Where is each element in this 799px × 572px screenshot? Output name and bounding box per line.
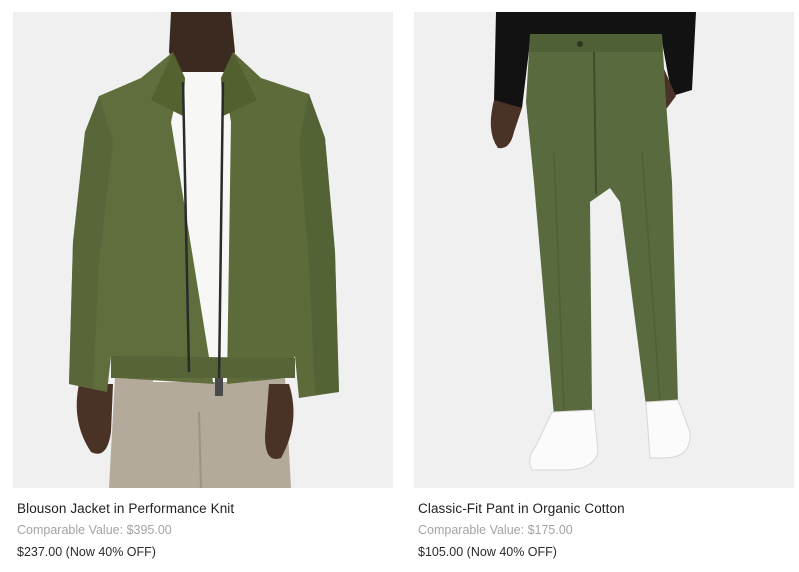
comparable-amount: $175.00 [527, 523, 573, 537]
product-image-blouson-jacket[interactable] [13, 12, 393, 488]
product-info: Classic-Fit Pant in Organic Cotton Compa… [414, 500, 794, 560]
product-name[interactable]: Blouson Jacket in Performance Knit [17, 500, 393, 517]
sale-price-amount: $105.00 [418, 545, 464, 559]
comparable-value: Comparable Value: $175.00 [418, 522, 794, 538]
product-grid: Blouson Jacket in Performance Knit Compa… [13, 12, 794, 560]
sale-price-amount: $237.00 [17, 545, 63, 559]
product-name[interactable]: Classic-Fit Pant in Organic Cotton [418, 500, 794, 517]
product-info: Blouson Jacket in Performance Knit Compa… [13, 500, 393, 560]
discount-label: (Now 40% OFF) [466, 545, 557, 559]
comparable-amount: $395.00 [126, 523, 172, 537]
comparable-value: Comparable Value: $395.00 [17, 522, 393, 538]
discount-label: (Now 40% OFF) [65, 545, 156, 559]
sale-price: $237.00 (Now 40% OFF) [17, 544, 393, 560]
product-card-blouson-jacket[interactable]: Blouson Jacket in Performance Knit Compa… [13, 12, 393, 560]
comparable-label: Comparable Value: [418, 523, 525, 537]
product-image-classic-pant[interactable] [414, 12, 794, 488]
comparable-label: Comparable Value: [17, 523, 124, 537]
pant-photo [414, 12, 794, 488]
jacket-photo [13, 12, 393, 488]
product-card-classic-pant[interactable]: Classic-Fit Pant in Organic Cotton Compa… [414, 12, 794, 560]
sale-price: $105.00 (Now 40% OFF) [418, 544, 794, 560]
